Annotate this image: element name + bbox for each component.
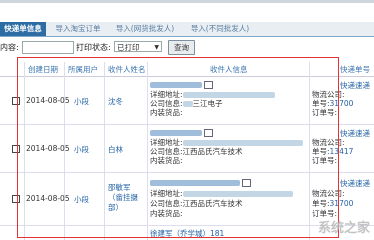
header-express-number[interactable]: 快递单号 <box>340 64 370 75</box>
highlight-frame <box>17 57 339 238</box>
print-status-label: 打印状态: <box>76 43 111 52</box>
content-input[interactable] <box>22 41 74 54</box>
tab-express-info[interactable]: 快递单信息 <box>0 22 46 36</box>
watermark: 系统之家 <box>317 221 370 236</box>
tab-bar: 快递单信息 导入淘宝订单 导入(网货批发人) 导入(不同批发人) <box>0 22 374 37</box>
print-status-value: 已打印 <box>117 43 140 52</box>
print-status-select[interactable]: 已打印 ▼ <box>114 41 162 52</box>
tab-import-wholesaler[interactable]: 导入(网货批发人) <box>110 22 180 36</box>
window-top-border <box>0 0 374 3</box>
tab-import-taobao[interactable]: 导入淘宝订单 <box>50 22 106 36</box>
content-label: 内容: <box>0 43 19 52</box>
chevron-down-icon: ▼ <box>154 44 159 51</box>
filter-bar: 内容: 打印状态: 已打印 ▼ 查询 <box>0 40 374 55</box>
tab-import-other-wholesaler[interactable]: 导入(不同批发人) <box>184 22 256 36</box>
query-button[interactable]: 查询 <box>168 40 195 55</box>
